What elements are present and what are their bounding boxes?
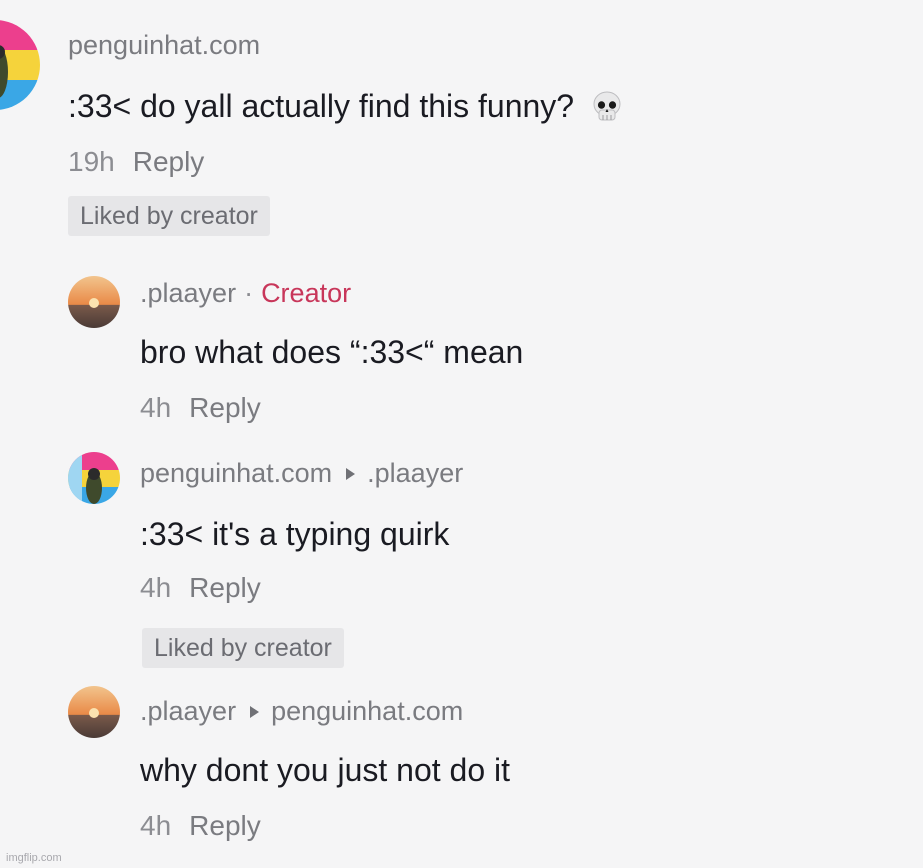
sunset-avatar-icon: [68, 276, 120, 328]
liked-by-creator-badge: Liked by creator: [142, 628, 344, 668]
reply-meta: 4h Reply: [140, 810, 261, 842]
comment-time: 19h: [68, 146, 115, 177]
comment-meta: 19h Reply: [68, 146, 204, 178]
reply-username-row: .plaayer penguinhat.com: [140, 696, 463, 727]
comment-time: 4h: [140, 810, 172, 841]
reply-button[interactable]: Reply: [133, 146, 205, 178]
username-text[interactable]: .plaayer: [140, 696, 236, 727]
reply-text: :33< it's a typing quirk: [140, 516, 449, 553]
reply-button[interactable]: Reply: [189, 392, 261, 424]
comment-body: why dont you just not do it: [140, 752, 510, 788]
comment-username[interactable]: penguinhat.com: [68, 30, 260, 61]
avatar-plaayer[interactable]: [68, 276, 120, 328]
watermark: imgflip.com: [6, 852, 62, 864]
username-text[interactable]: penguinhat.com: [140, 458, 332, 489]
separator-dot: ·: [244, 278, 254, 308]
username-text[interactable]: .plaayer: [140, 278, 236, 309]
reply-text: why dont you just not do it: [140, 752, 510, 789]
reply-button[interactable]: Reply: [189, 572, 261, 604]
avatar-penguinhat[interactable]: [68, 452, 120, 504]
comment-body: :33< it's a typing quirk: [140, 516, 450, 552]
comment-body: :33< do yall actually find this funny?: [68, 88, 575, 124]
comment-time: 4h: [140, 392, 172, 423]
sunset-avatar-icon: [68, 686, 120, 738]
reply-to-username[interactable]: .plaayer: [367, 458, 463, 489]
reply-button[interactable]: Reply: [189, 810, 261, 842]
comment-body: bro what does “:33<“ mean: [140, 334, 524, 370]
reply-arrow-icon: [346, 467, 356, 480]
reply-username-row: .plaayer · Creator: [140, 278, 351, 309]
avatar-plaayer[interactable]: [68, 686, 120, 738]
reply-text: bro what does “:33<“ mean: [140, 334, 523, 371]
comment-time: 4h: [140, 572, 172, 603]
reply-username-row: penguinhat.com .plaayer: [140, 458, 463, 489]
reply-meta: 4h Reply: [140, 392, 261, 424]
reply-arrow-icon: [250, 705, 260, 718]
pride-flag-avatar-icon: [68, 452, 120, 504]
pride-flag-avatar-icon: [0, 20, 40, 110]
username-text[interactable]: penguinhat.com: [68, 30, 260, 61]
reply-meta: 4h Reply: [140, 572, 261, 604]
liked-by-creator-badge: Liked by creator: [68, 196, 270, 236]
comment-text: :33< do yall actually find this funny?: [68, 88, 624, 125]
avatar-penguinhat[interactable]: [0, 20, 40, 110]
skull-icon: [590, 90, 624, 124]
reply-to-username[interactable]: penguinhat.com: [271, 696, 463, 727]
creator-label: Creator: [261, 278, 352, 308]
